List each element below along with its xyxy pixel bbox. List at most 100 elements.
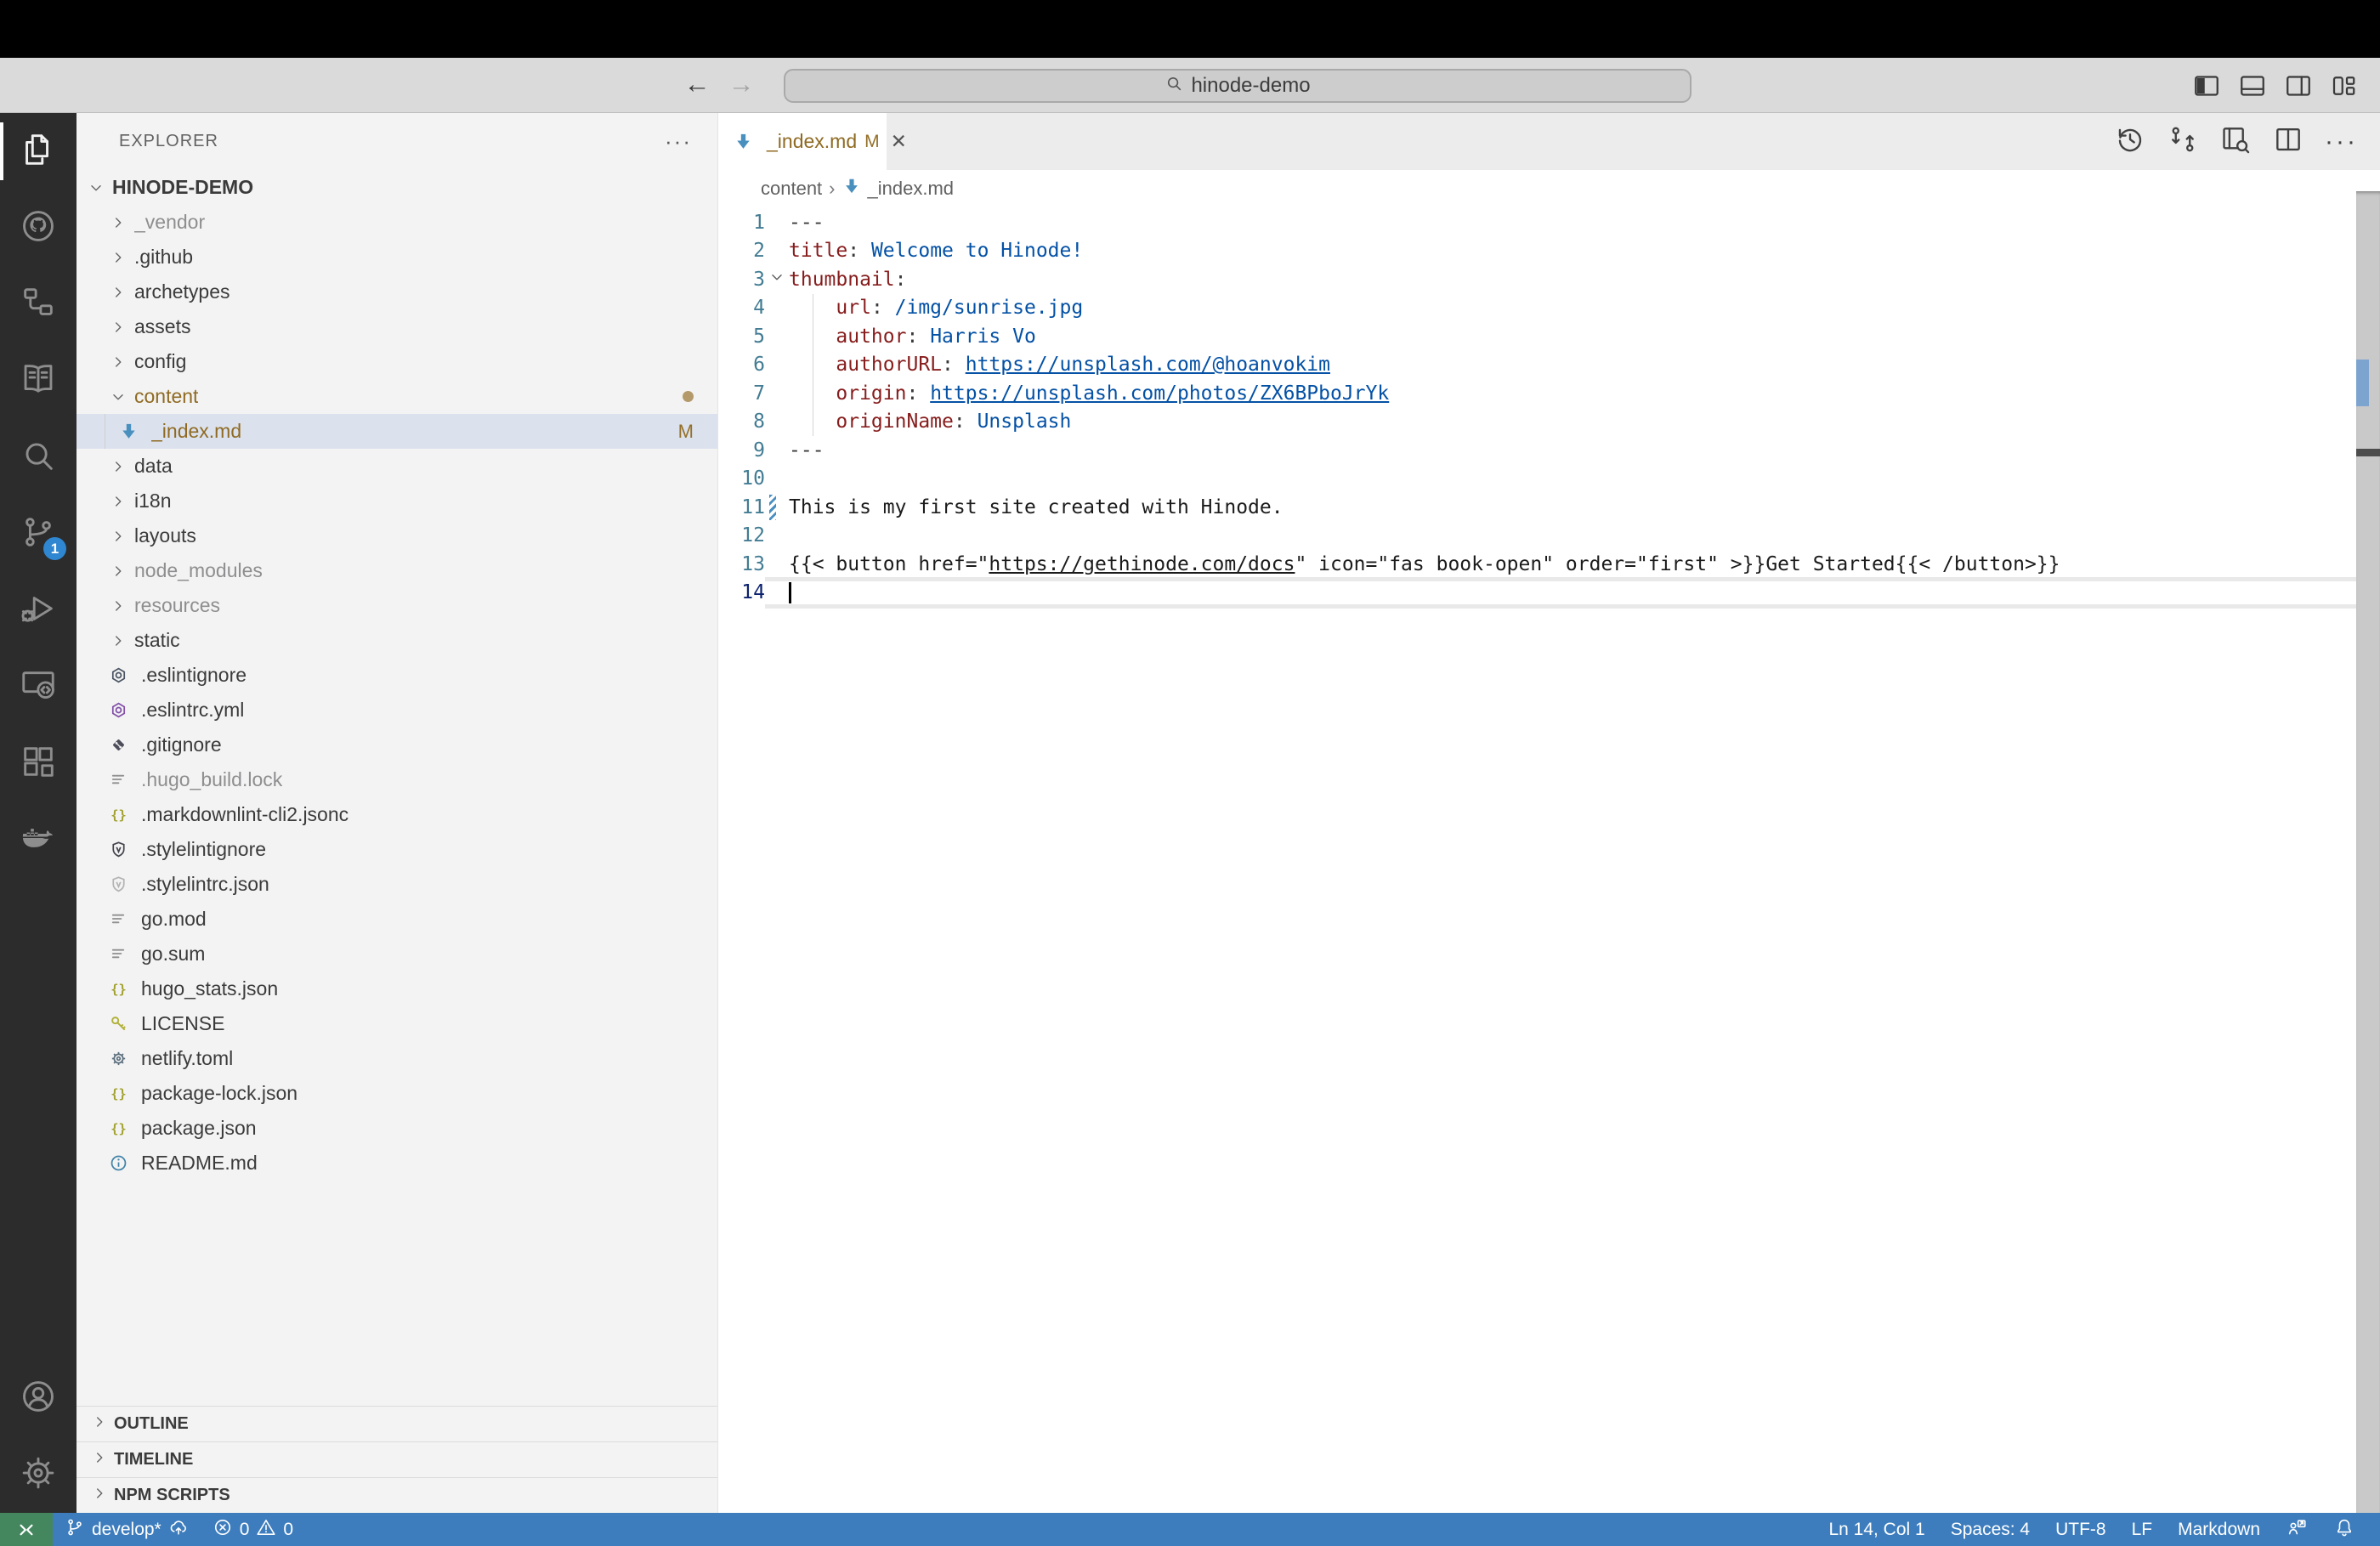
activity-docker-button[interactable] <box>0 801 76 878</box>
activity-docs-book-button[interactable] <box>0 343 76 419</box>
code-editor[interactable]: 1 --- 2 title: Welcome to Hinode! 3 thum… <box>718 207 2380 1513</box>
tree-item-data[interactable]: data <box>76 449 717 484</box>
command-center-search[interactable]: hinode-demo <box>784 69 1692 103</box>
code-line-12[interactable]: 12 <box>718 522 2380 551</box>
tree-item--gitignore[interactable]: .gitignore <box>76 728 717 762</box>
gear-file-icon <box>109 1049 134 1068</box>
tree-item-readme-md[interactable]: README.md <box>76 1146 717 1181</box>
tree-item-layouts[interactable]: layouts <box>76 518 717 553</box>
markdown-preview-icon[interactable] <box>2219 123 2252 160</box>
code-line-6[interactable]: 6 authorURL: https://unsplash.com/@hoanv… <box>718 351 2380 380</box>
item-label: node_modules <box>134 559 263 582</box>
split-editor-icon[interactable] <box>2272 123 2304 160</box>
tab-index-md[interactable]: _index.md M ✕ <box>718 113 887 170</box>
code-line-8[interactable]: 8 originName: Unsplash <box>718 408 2380 437</box>
tree-item--vendor[interactable]: _vendor <box>76 205 717 240</box>
vscode-window: ← → hinode-demo 1 EXPLORER ··· <box>0 0 2380 1546</box>
tree-item--index-md[interactable]: _index.mdM <box>76 414 717 449</box>
activity-search-button[interactable] <box>0 419 76 496</box>
problems-status[interactable]: 0 0 <box>201 1513 304 1546</box>
tree-item-content[interactable]: content <box>76 379 717 414</box>
tree-item--github[interactable]: .github <box>76 240 717 275</box>
tree-item-go-mod[interactable]: go.mod <box>76 902 717 937</box>
code-line-4[interactable]: 4 url: /img/sunrise.jpg <box>718 294 2380 323</box>
tree-item-netlify-toml[interactable]: netlify.toml <box>76 1041 717 1076</box>
git-branch-status[interactable]: develop* <box>53 1513 201 1546</box>
item-label: data <box>134 455 173 478</box>
explorer-icon <box>19 130 58 173</box>
remote-indicator[interactable] <box>0 1513 53 1546</box>
activity-remote-explorer-button[interactable] <box>0 648 76 725</box>
code-line-14[interactable]: 14 <box>718 579 2380 608</box>
tree-item--stylelintignore[interactable]: .stylelintignore <box>76 832 717 867</box>
notifications-button[interactable] <box>2320 1513 2368 1546</box>
nav-forward-button[interactable]: → <box>724 66 758 102</box>
encoding-status[interactable]: UTF-8 <box>2043 1513 2119 1546</box>
section-outline[interactable]: OUTLINE <box>76 1406 717 1441</box>
indentation-status[interactable]: Spaces: 4 <box>1938 1513 2043 1546</box>
code-line-3[interactable]: 3 thumbnail: <box>718 265 2380 294</box>
code-line-1[interactable]: 1 --- <box>718 208 2380 237</box>
tree-item-package-lock-json[interactable]: {}package-lock.json <box>76 1076 717 1111</box>
tree-item-resources[interactable]: resources <box>76 588 717 623</box>
code-line-5[interactable]: 5 author: Harris Vo <box>718 322 2380 351</box>
toggle-primary-sidebar-icon[interactable] <box>2191 71 2222 105</box>
section-npm-scripts[interactable]: NPM SCRIPTS <box>76 1477 717 1513</box>
tree-item--hugo-build-lock[interactable]: .hugo_build.lock <box>76 762 717 797</box>
fold-chevron-down-icon[interactable] <box>768 268 786 292</box>
item-label: package-lock.json <box>141 1082 298 1105</box>
code-line-10[interactable]: 10 <box>718 465 2380 494</box>
tab-close-icon[interactable]: ✕ <box>891 130 907 153</box>
tree-item-assets[interactable]: assets <box>76 309 717 344</box>
nav-back-button[interactable]: ← <box>680 66 714 102</box>
code-line-11[interactable]: 11 This is my first site created with Hi… <box>718 493 2380 522</box>
tree-item--eslintrc-yml[interactable]: .eslintrc.yml <box>76 693 717 728</box>
editor-more-actions-icon[interactable]: ··· <box>2325 133 2358 150</box>
eol-status[interactable]: LF <box>2119 1513 2166 1546</box>
feedback-button[interactable] <box>2273 1513 2320 1546</box>
tree-item-static[interactable]: static <box>76 623 717 658</box>
activity-explorer-button[interactable] <box>0 113 76 190</box>
tree-root-hinode-demo[interactable]: HINODE-DEMO <box>76 170 717 205</box>
activity-accounts-button[interactable] <box>0 1360 76 1436</box>
code-line-13[interactable]: 13 {{< button href="https://gethinode.co… <box>718 550 2380 579</box>
customize-layout-icon[interactable] <box>2329 71 2360 105</box>
section-timeline[interactable]: TIMELINE <box>76 1441 717 1477</box>
tree-item-node-modules[interactable]: node_modules <box>76 553 717 588</box>
activity-project-flow-button[interactable] <box>0 266 76 343</box>
code-line-2[interactable]: 2 title: Welcome to Hinode! <box>718 237 2380 266</box>
explorer-more-actions-icon[interactable]: ··· <box>665 128 692 155</box>
info-file-icon <box>109 1153 134 1173</box>
breadcrumb-folder[interactable]: content <box>761 178 822 200</box>
gutter-decoration <box>765 237 789 266</box>
cursor-position-status[interactable]: Ln 14, Col 1 <box>1816 1513 1937 1546</box>
tree-item-archetypes[interactable]: archetypes <box>76 275 717 309</box>
tree-item-license[interactable]: LICENSE <box>76 1006 717 1041</box>
toggle-secondary-sidebar-icon[interactable] <box>2283 71 2314 105</box>
code-line-7[interactable]: 7 origin: https://unsplash.com/photos/ZX… <box>718 379 2380 408</box>
tree-item-config[interactable]: config <box>76 344 717 379</box>
language-mode-status[interactable]: Markdown <box>2165 1513 2273 1546</box>
tree-item-package-json[interactable]: {}package.json <box>76 1111 717 1146</box>
activity-settings-button[interactable] <box>0 1436 76 1513</box>
item-label: assets <box>134 315 190 338</box>
line-number: 4 <box>718 297 765 319</box>
open-changes-icon[interactable] <box>2167 123 2199 160</box>
activity-run-debug-button[interactable] <box>0 572 76 648</box>
activity-source-control-button[interactable]: 1 <box>0 496 76 572</box>
timeline-history-icon[interactable] <box>2114 123 2146 160</box>
activity-github-button[interactable] <box>0 190 76 266</box>
activity-extensions-button[interactable] <box>0 725 76 801</box>
tree-item--eslintignore[interactable]: .eslintignore <box>76 658 717 693</box>
markdown-file-icon <box>842 177 861 201</box>
tree-item-hugo-stats-json[interactable]: {}hugo_stats.json <box>76 971 717 1006</box>
tree-item-go-sum[interactable]: go.sum <box>76 937 717 971</box>
tree-item--stylelintrc-json[interactable]: .stylelintrc.json <box>76 867 717 902</box>
tree-item--markdownlint-cli2-jsonc[interactable]: {}.markdownlint-cli2.jsonc <box>76 797 717 832</box>
code-line-9[interactable]: 9 --- <box>718 436 2380 465</box>
braces-file-icon: {} <box>109 1118 134 1138</box>
section-label: OUTLINE <box>114 1414 189 1434</box>
toggle-panel-icon[interactable] <box>2237 71 2268 105</box>
breadcrumb-file[interactable]: _index.md <box>868 178 955 200</box>
tree-item-i18n[interactable]: i18n <box>76 484 717 518</box>
